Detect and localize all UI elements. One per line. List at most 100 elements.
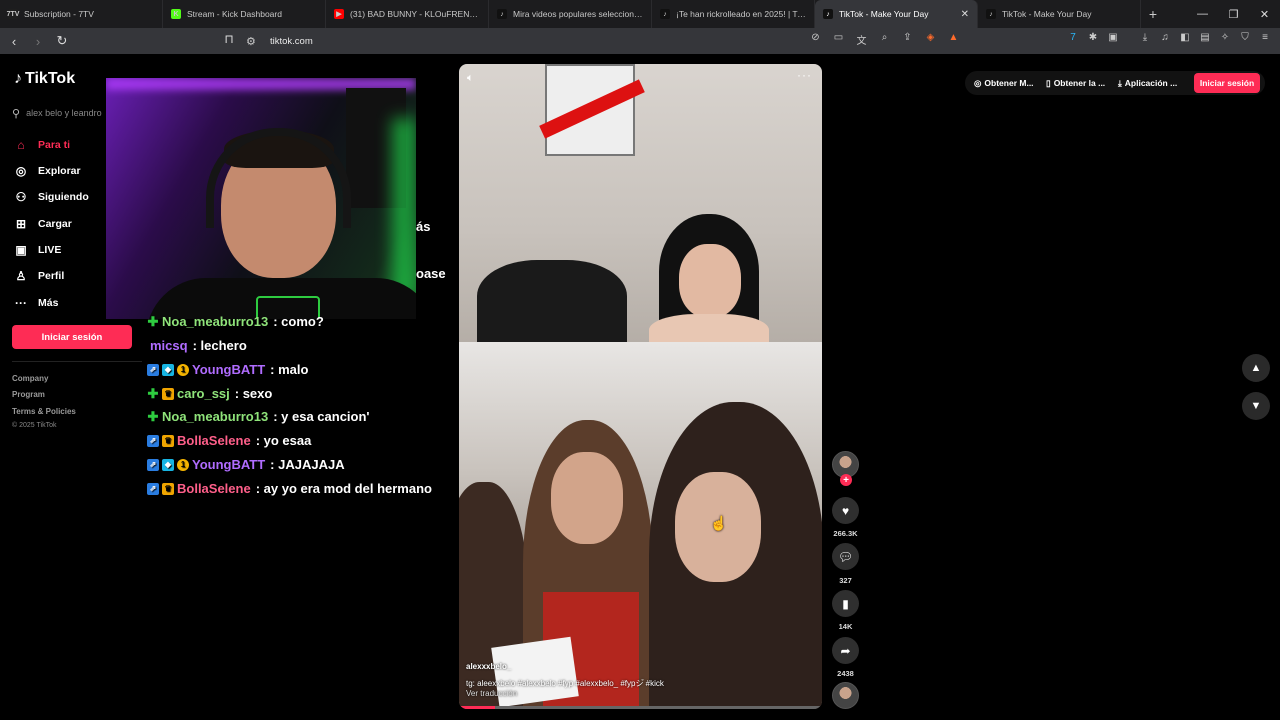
sidebar-item-perfil[interactable]: ♙ Perfil <box>14 269 65 283</box>
chat-badge-blue-icon: ⇗ <box>147 482 159 495</box>
chat-username: YoungBATT <box>192 457 266 472</box>
browser-tab[interactable]: ▶ (31) BAD BUNNY - KLOuFRENS (Visu <box>326 0 489 28</box>
cast-icon[interactable]: ▭ <box>831 32 846 47</box>
previous-video-chevron-up-icon[interactable]: ▲ <box>1242 354 1270 382</box>
sidebar-item-siguiendo[interactable]: ⚇ Siguiendo <box>14 190 89 204</box>
more-options-icon[interactable]: ··· <box>797 68 812 82</box>
comment-icon[interactable]: 💬︎ <box>832 543 859 570</box>
browser-tab-bar: 7TV Subscription - 7TV K Stream - Kick Dash… <box>0 0 1280 28</box>
share-icon[interactable]: ⇪ <box>900 32 915 47</box>
footer-terms-link[interactable]: Terms & Policies <box>12 407 76 416</box>
tab-title: Stream - Kick Dashboard <box>187 9 282 19</box>
translate-icon[interactable]: 文 <box>854 32 869 47</box>
browser-tab[interactable]: ♪ TikTok - Make Your Day ✕ <box>815 0 978 28</box>
chat-badge-green-icon: ✚ <box>147 408 159 424</box>
browser-tab[interactable]: 7TV Subscription - 7TV <box>0 0 163 28</box>
get-coins-button[interactable]: ◎ Obtener M... <box>974 73 1034 93</box>
browser-tab[interactable]: ♪ ¡Te han rickrolleado en 2025! | TikTok <box>652 0 815 28</box>
restore-icon[interactable]: ❐ <box>1218 0 1249 28</box>
screenshot-icon[interactable]: ▣ <box>1106 32 1120 43</box>
leo-ai-icon[interactable]: ✧ <box>1218 32 1232 43</box>
sidebar-item-label: Explorar <box>38 165 81 177</box>
reload-icon[interactable]: ↻ <box>52 31 72 51</box>
header-login-button[interactable]: Iniciar sesión <box>1194 73 1260 93</box>
share-count: 2438 <box>837 669 854 678</box>
video-top-frame <box>459 64 822 354</box>
video-caption[interactable]: tg: aleexxbelo #alexxbelo #fyp #alexxbel… <box>466 678 664 689</box>
minimize-icon[interactable]: — <box>1187 0 1218 28</box>
sidebar-toggle-icon[interactable]: ◧ <box>1178 32 1192 43</box>
chat-badge-cyan-icon: ◆ <box>162 458 174 471</box>
child-face <box>679 244 741 318</box>
neon-light-green <box>392 118 416 298</box>
chat-badge-green-icon: ✚ <box>147 313 159 329</box>
browser-tab[interactable]: K Stream - Kick Dashboard <box>163 0 326 28</box>
sidebar-item-m-s[interactable]: ··· Más <box>14 296 58 310</box>
desktop-app-label: Aplicación ... <box>1124 78 1178 88</box>
footer-program-link[interactable]: Program <box>12 390 45 399</box>
extension-7tv-icon[interactable]: 7 <box>1066 32 1080 43</box>
sidebar-divider <box>12 361 142 362</box>
next-video-chevron-down-icon[interactable]: ▼ <box>1242 392 1270 420</box>
video-progress-fill <box>459 706 496 709</box>
streamer-webcam <box>106 78 416 319</box>
tab-title: ¡Te han rickrolleado en 2025! | TikTok <box>676 9 806 19</box>
close-window-icon[interactable]: ✕ <box>1249 0 1280 28</box>
extensions-puzzle-icon[interactable]: ✱ <box>1086 32 1100 43</box>
media-icon[interactable]: ♫ <box>1158 32 1172 43</box>
get-app-button[interactable]: ▯ Obtener la ... <box>1046 73 1105 93</box>
footer-company-link[interactable]: Company <box>12 374 48 383</box>
sidebar-item-label: Para ti <box>38 139 71 151</box>
video-progress-bar[interactable] <box>459 706 822 709</box>
wall-poster <box>539 64 645 156</box>
sidebar-item-para-ti[interactable]: ⌂ Para ti <box>14 138 70 152</box>
see-translation-link[interactable]: Ver traducción <box>466 689 517 698</box>
chat-username: Noa_meaburro13 <box>162 314 269 329</box>
brave-rewards-icon[interactable]: ▲ <box>946 32 961 47</box>
sidebar-item-label: Más <box>38 297 59 309</box>
wallet-icon[interactable]: ▤ <box>1198 32 1212 43</box>
tab-title: (31) BAD BUNNY - KLOuFRENS (Visu <box>350 9 480 19</box>
site-info-icon[interactable]: ⚙ <box>246 35 264 48</box>
brave-shield-icon[interactable]: ◈ <box>923 32 938 47</box>
sidebar-item-cargar[interactable]: ⊞ Cargar <box>14 217 72 231</box>
menu-icon[interactable]: ≡ <box>1258 32 1272 43</box>
desktop-app-button[interactable]: ⤓ Aplicación ... <box>1118 73 1177 93</box>
no-media-icon[interactable]: ⊘ <box>808 32 823 47</box>
following-icon: ⚇ <box>15 190 27 204</box>
back-icon[interactable]: ‹ <box>4 31 24 51</box>
new-tab-button[interactable]: + <box>1141 0 1165 28</box>
volume-icon[interactable]: 🔈︎ <box>467 72 474 85</box>
follow-plus-icon[interactable]: + <box>840 474 852 486</box>
video-player[interactable]: 🔈︎ ··· alexxxbelo_ tg: aleexxbelo #alexx… <box>459 64 822 709</box>
tiktok-logo[interactable]: ♪ TikTok <box>14 70 75 88</box>
tab-title: Subscription - 7TV <box>24 9 94 19</box>
zoom-icon[interactable]: ⌕ <box>877 32 892 47</box>
sidebar-item-explorar[interactable]: ◎ Explorar <box>14 164 81 178</box>
search-placeholder: alex belo y leandro <box>26 108 102 118</box>
browser-tab[interactable]: ♪ TikTok - Make Your Day <box>978 0 1141 28</box>
tab-close-icon[interactable]: ✕ <box>961 9 969 20</box>
download-icon[interactable]: ⤓ <box>1138 32 1152 43</box>
bookmark-icon[interactable]: ⊓ <box>222 32 236 50</box>
sidebar-login-button[interactable]: Iniciar sesión <box>12 325 132 349</box>
tab-favicon-icon: ♪ <box>497 9 507 19</box>
profile-icon: ♙ <box>15 269 27 283</box>
hand-cursor-icon: ☝ <box>710 515 728 531</box>
like-heart-icon[interactable]: ♥ <box>832 497 859 524</box>
forward-icon[interactable]: › <box>28 31 48 51</box>
sidebar-item-live[interactable]: ▣ LIVE <box>14 243 61 257</box>
browser-tab[interactable]: ♪ Mira videos populares seleccionados <box>489 0 652 28</box>
search-icon: ⚲ <box>12 107 21 120</box>
address-bar: ‹ › ↻ ⊓ ⚙ tiktok.com ⊘ ▭ 文 ⌕ ⇪ ◈ ▲ 7 ✱ ▣… <box>0 28 1280 54</box>
bookmark-save-icon[interactable]: ▮ <box>832 590 859 617</box>
video-author[interactable]: alexxxbelo_ <box>466 662 511 671</box>
chat-message: ⇗ ♛ BollaSelene: yo esaa <box>147 433 311 448</box>
chat-badge-gold-icon: 1 <box>177 458 189 471</box>
url-text: tiktok.com <box>270 35 313 47</box>
vpn-icon[interactable]: ⛉ <box>1238 32 1252 43</box>
tab-favicon-icon: 7TV <box>6 9 20 19</box>
share-arrow-icon[interactable]: ➦ <box>832 637 859 664</box>
music-disc-avatar[interactable] <box>832 682 859 709</box>
copyright-text: © 2025 TikTok <box>12 422 57 429</box>
